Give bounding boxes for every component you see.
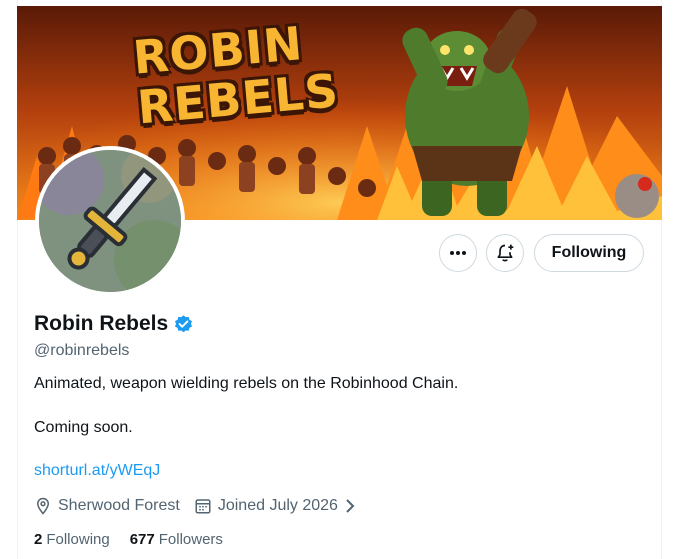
profile-handle: @robinrebels xyxy=(34,342,130,359)
display-name: Robin Rebels xyxy=(34,312,169,335)
profile-link[interactable]: shorturl.at/yWEqJ xyxy=(34,462,160,480)
follow-stats: 2 Following 677 Followers xyxy=(34,531,223,548)
verified-badge-icon[interactable] xyxy=(173,314,194,335)
profile-meta: Sherwood Forest Joined July 2026 xyxy=(34,497,362,515)
more-dots-icon xyxy=(450,251,466,255)
following-stat[interactable]: 2 Following xyxy=(34,531,110,548)
notify-button[interactable] xyxy=(486,234,524,272)
following-count: 2 xyxy=(34,531,43,548)
calendar-icon xyxy=(195,499,211,514)
followers-label: Followers xyxy=(158,531,223,548)
bell-plus-icon xyxy=(497,244,514,262)
bio-line: Animated, weapon wielding rebels on the … xyxy=(34,375,459,392)
location-item: Sherwood Forest xyxy=(34,497,180,515)
location-text: Sherwood Forest xyxy=(58,497,180,514)
display-name-row: Robin Rebels xyxy=(34,312,194,336)
following-button[interactable]: Following xyxy=(534,234,644,272)
sword-avatar-icon xyxy=(39,150,181,292)
bio-line: Coming soon. xyxy=(34,419,133,436)
joined-text: Joined July 2026 xyxy=(217,497,338,514)
followers-count: 677 xyxy=(129,531,155,548)
banner-title: ROBIN REBELS xyxy=(131,15,341,134)
profile-avatar[interactable] xyxy=(35,146,185,296)
following-label: Following xyxy=(46,531,110,548)
chevron-right-icon xyxy=(344,498,362,514)
more-button[interactable] xyxy=(439,234,477,272)
location-pin-icon xyxy=(36,497,50,515)
followers-stat[interactable]: 677 Followers xyxy=(130,531,223,548)
joined-item[interactable]: Joined July 2026 xyxy=(194,497,362,515)
